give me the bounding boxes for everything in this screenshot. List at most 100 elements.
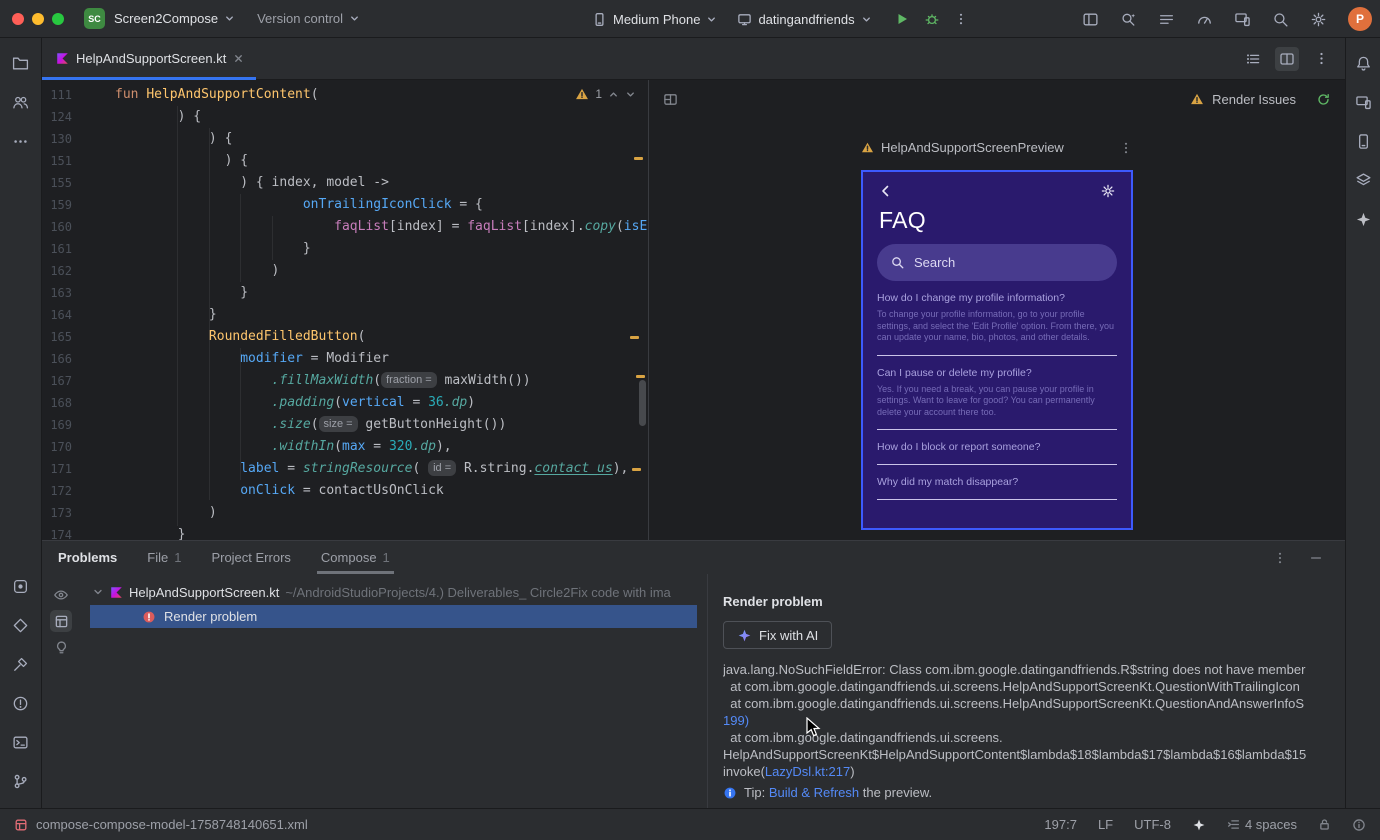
quickfix-button[interactable] <box>50 636 72 658</box>
stack-link[interactable]: 199) <box>723 713 749 728</box>
line-separator-widget[interactable]: LF <box>1098 817 1113 832</box>
titlebar: SC Screen2Compose Version control Medium… <box>0 0 1380 38</box>
render-problem-node[interactable]: Render problem <box>90 605 697 628</box>
build-tool-button[interactable] <box>8 651 34 677</box>
settings-gear-icon[interactable] <box>1310 11 1327 28</box>
ai-status-widget[interactable] <box>1192 818 1206 832</box>
editor-more-options-button[interactable] <box>1309 47 1333 71</box>
code-line[interactable]: 155 ) { index, model -> <box>42 172 648 194</box>
encoding-widget[interactable]: UTF-8 <box>1134 817 1171 832</box>
view-options-button[interactable] <box>50 610 72 632</box>
code-line[interactable]: 169 .size(size = getButtonHeight()) <box>42 414 648 436</box>
code-line[interactable]: 124 ) { <box>42 106 648 128</box>
preview-toggle-button[interactable] <box>50 584 72 606</box>
more-actions-button[interactable] <box>954 12 968 26</box>
vcs-widget[interactable]: Version control <box>257 11 360 26</box>
structure-tool-button[interactable] <box>8 612 34 638</box>
user-avatar[interactable]: P <box>1348 7 1372 31</box>
more-tool-windows-button[interactable] <box>8 128 34 154</box>
code-line[interactable]: 174 } <box>42 524 648 540</box>
editor-tab-active[interactable]: HelpAndSupportScreen.kt <box>42 38 257 80</box>
problems-tool-window: Problems File1 Project Errors Compose1 <box>42 540 1345 808</box>
code-lines[interactable]: 111 fun HelpAndSupportContent(124 ) {130 … <box>42 80 648 540</box>
padlock-icon <box>1318 818 1331 831</box>
profiler-icon[interactable] <box>1196 11 1213 28</box>
device-mirror-icon[interactable] <box>1234 11 1251 28</box>
device-selector[interactable]: Medium Phone <box>592 12 717 27</box>
preview-layout-icon[interactable] <box>663 92 678 107</box>
split-preview-mode-button[interactable] <box>1275 46 1299 71</box>
fix-with-ai-button[interactable]: Fix with AI <box>723 621 833 649</box>
file-structure-button[interactable] <box>1241 47 1265 71</box>
search-icon[interactable] <box>1272 11 1289 28</box>
problems-tree: HelpAndSupportScreen.kt ~/AndroidStudioP… <box>80 574 707 808</box>
more-vertical-icon[interactable] <box>1273 551 1287 565</box>
code-line[interactable]: 162 ) <box>42 260 648 282</box>
code-line[interactable]: 165 RoundedFilledButton( <box>42 326 648 348</box>
run-configuration-selector[interactable]: datingandfriends <box>737 12 871 27</box>
close-icon[interactable] <box>233 53 244 64</box>
notifications-tool-button[interactable] <box>1350 50 1376 76</box>
running-devices-tool-button[interactable] <box>1350 89 1376 115</box>
code-line[interactable]: 167 .fillMaxWidth(fraction = maxWidth()) <box>42 370 648 392</box>
pull-requests-tool-button[interactable] <box>8 89 34 115</box>
problems-tab-compose[interactable]: Compose 1 <box>316 541 394 574</box>
code-line[interactable]: 111 fun HelpAndSupportContent( <box>42 84 648 106</box>
close-window-button[interactable] <box>12 12 24 25</box>
code-line[interactable]: 161 } <box>42 238 648 260</box>
editor-layout-icon[interactable] <box>1082 11 1099 28</box>
write-access-widget[interactable] <box>1318 818 1331 831</box>
tabbar-tools <box>1241 46 1345 71</box>
resource-manager-tool-button[interactable] <box>1350 167 1376 193</box>
problems-tool-button[interactable] <box>8 690 34 716</box>
code-line[interactable]: 171 label = stringResource( id = R.strin… <box>42 458 648 480</box>
code-line[interactable]: 151 ) { <box>42 150 648 172</box>
code-line[interactable]: 163 } <box>42 282 648 304</box>
code-editor[interactable]: 111 fun HelpAndSupportContent(124 ) {130 … <box>42 80 648 540</box>
git-tool-button[interactable] <box>8 768 34 794</box>
folder-icon <box>12 55 29 72</box>
chevron-down-icon[interactable] <box>625 89 636 100</box>
code-line[interactable]: 159 onTrailingIconClick = { <box>42 194 648 216</box>
inspections-widget[interactable]: 1 <box>575 87 636 101</box>
problems-tab-project-errors[interactable]: Project Errors <box>211 541 290 574</box>
statusbar-file-widget[interactable]: compose-compose-model-1758748140651.xml <box>14 817 308 832</box>
minimize-icon[interactable] <box>1309 551 1323 565</box>
editor-scrollbar[interactable] <box>639 380 646 426</box>
chevron-up-icon[interactable] <box>608 89 619 100</box>
code-line[interactable]: 166 modifier = Modifier <box>42 348 648 370</box>
code-line[interactable]: 173 ) <box>42 502 648 524</box>
problems-file-node[interactable]: HelpAndSupportScreen.kt ~/AndroidStudioP… <box>80 580 707 604</box>
gemini-tool-button[interactable] <box>1350 206 1376 232</box>
render-issues-label[interactable]: Render Issues <box>1212 92 1296 107</box>
stack-link[interactable]: LazyDsl.kt:217 <box>765 764 850 779</box>
problems-tab-file[interactable]: File 1 <box>147 541 181 574</box>
code-line[interactable]: 168 .padding(vertical = 36.dp) <box>42 392 648 414</box>
terminal-tool-button[interactable] <box>8 729 34 755</box>
caret-position-widget[interactable]: 197:7 <box>1044 817 1077 832</box>
build-refresh-link[interactable]: Build & Refresh <box>769 785 859 800</box>
run-button[interactable] <box>894 11 910 27</box>
project-tool-button[interactable] <box>8 50 34 76</box>
chevron-down-icon[interactable] <box>92 586 104 598</box>
phone-preview-frame[interactable]: FAQ Search How do I change my profile in… <box>861 170 1133 530</box>
device-manager-tool-button[interactable] <box>1350 128 1376 154</box>
code-line[interactable]: 130 ) { <box>42 128 648 150</box>
code-line[interactable]: 160 faqList[index] = faqList[index].copy… <box>42 216 648 238</box>
indent-widget[interactable]: 4 spaces <box>1227 817 1297 832</box>
status-info-widget[interactable] <box>1352 818 1366 832</box>
fullscreen-window-button[interactable] <box>52 12 64 25</box>
code-line[interactable]: 170 .widthIn(max = 320.dp), <box>42 436 648 458</box>
run-toolbar: Medium Phone datingandfriends <box>592 0 968 38</box>
menu-lines-icon[interactable] <box>1158 11 1175 28</box>
more-vertical-icon[interactable] <box>1119 141 1133 155</box>
project-selector[interactable]: Screen2Compose <box>114 11 235 26</box>
commit-tool-button[interactable] <box>8 573 34 599</box>
minimize-window-button[interactable] <box>32 12 44 25</box>
ai-search-icon[interactable] <box>1120 11 1137 28</box>
code-line[interactable]: 172 onClick = contactUsOnClick <box>42 480 648 502</box>
debug-button[interactable] <box>924 11 940 27</box>
code-line[interactable]: 164 } <box>42 304 648 326</box>
phone-icon <box>592 12 607 27</box>
refresh-icon[interactable] <box>1316 92 1331 107</box>
